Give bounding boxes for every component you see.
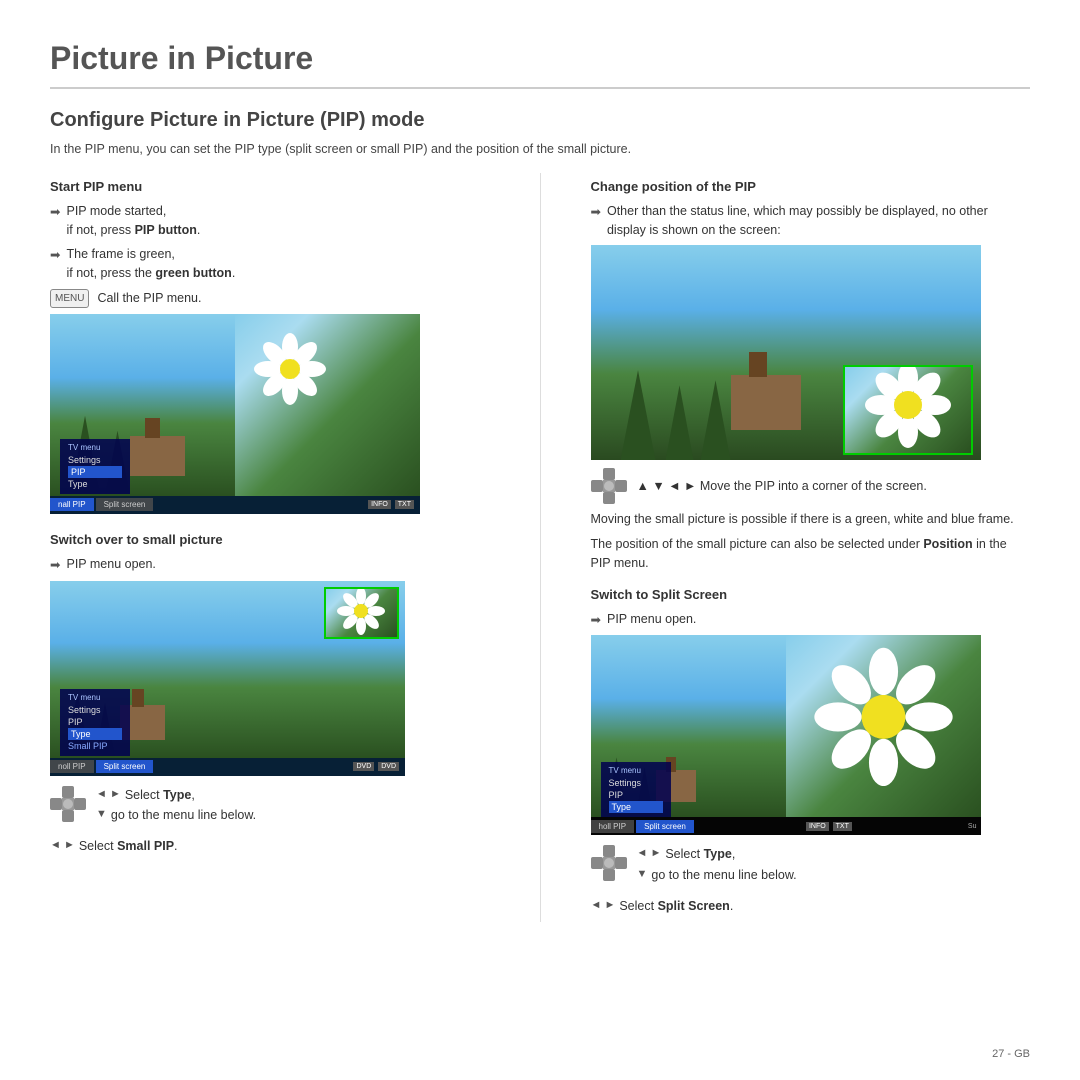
select-type-right: ◄ ► Select Type, ▼ go to the menu line b… — [591, 845, 1031, 891]
arrow-icon: ➡ — [50, 556, 60, 575]
arrow-icon: ➡ — [591, 203, 601, 222]
select-split-screen: ◄ ► Select Split Screen. — [591, 897, 1031, 916]
menu-button-icon: MENU — [50, 289, 89, 308]
section-title: Configure Picture in Picture (PIP) mode — [50, 109, 1030, 132]
right-column: Change position of the PIP ➡ Other than … — [591, 173, 1031, 922]
dpad-icon-3 — [591, 845, 627, 881]
pip-menu-open-left: ➡ PIP menu open. — [50, 555, 490, 575]
bullet-pip-mode: ➡ PIP mode started,if not, press PIP but… — [50, 202, 490, 240]
tv-menu-overlay-3: TV menu Settings PIP Type — [601, 762, 671, 817]
call-pip-menu: MENU Call the PIP menu. — [50, 289, 490, 308]
tv-bottom-bar-2: noll PIP Split screen DVD DVD — [50, 758, 405, 776]
tv-screen-2: TV menu Settings PIP Type Small PIP noll… — [50, 581, 490, 776]
select-small-pip: ◄ ► Select Small PIP. — [50, 837, 490, 856]
move-pip-instruction: ▲ ▼ ◄ ► Move the PIP into a corner of th… — [591, 468, 1031, 504]
daisy-flower — [250, 329, 330, 412]
page-title: Picture in Picture — [50, 40, 1030, 89]
page-number: 27 - GB — [992, 1048, 1030, 1060]
tv-bottom-bar: nall PIP Split screen INFO TXT — [50, 496, 420, 514]
pip-overlay — [324, 587, 399, 639]
note-position: The position of the small picture can al… — [591, 535, 1031, 573]
tv-menu-overlay: TV menu Settings PIP Type — [60, 439, 130, 494]
tv-screen-4: TV menu Settings PIP Type holl PIP Split… — [591, 635, 1031, 835]
switch-small-title: Switch over to small picture — [50, 532, 490, 547]
tv-screen-1: TV menu Settings PIP Type nall PIP Split… — [50, 314, 490, 514]
tv-screen-3 — [591, 245, 1031, 460]
bullet-status-line: ➡ Other than the status line, which may … — [591, 202, 1031, 240]
dpad-icon-2 — [591, 468, 627, 504]
column-divider — [540, 173, 541, 922]
pip-menu-open-right: ➡ PIP menu open. — [591, 610, 1031, 630]
intro-text: In the PIP menu, you can set the PIP typ… — [50, 140, 1030, 159]
tv-bottom-bar-3: holl PIP Split screen INFO TXT Su — [591, 817, 981, 835]
dpad-icon — [50, 786, 86, 822]
arrow-icon: ➡ — [591, 611, 601, 630]
large-pip-overlay — [843, 365, 973, 455]
left-column: Start PIP menu ➡ PIP mode started,if not… — [50, 173, 490, 922]
arrow-icon: ➡ — [50, 203, 60, 222]
note-moving: Moving the small picture is possible if … — [591, 510, 1031, 529]
arrow-icon: ➡ — [50, 246, 60, 265]
start-pip-title: Start PIP menu — [50, 179, 490, 194]
tv-menu-overlay-2: TV menu Settings PIP Type Small PIP — [60, 689, 130, 756]
select-type-left: ◄ ► Select Type, ▼ go to the menu line b… — [50, 786, 490, 832]
change-position-title: Change position of the PIP — [591, 179, 1031, 194]
bullet-frame-green: ➡ The frame is green,if not, press the g… — [50, 245, 490, 283]
switch-split-title: Switch to Split Screen — [591, 587, 1031, 602]
